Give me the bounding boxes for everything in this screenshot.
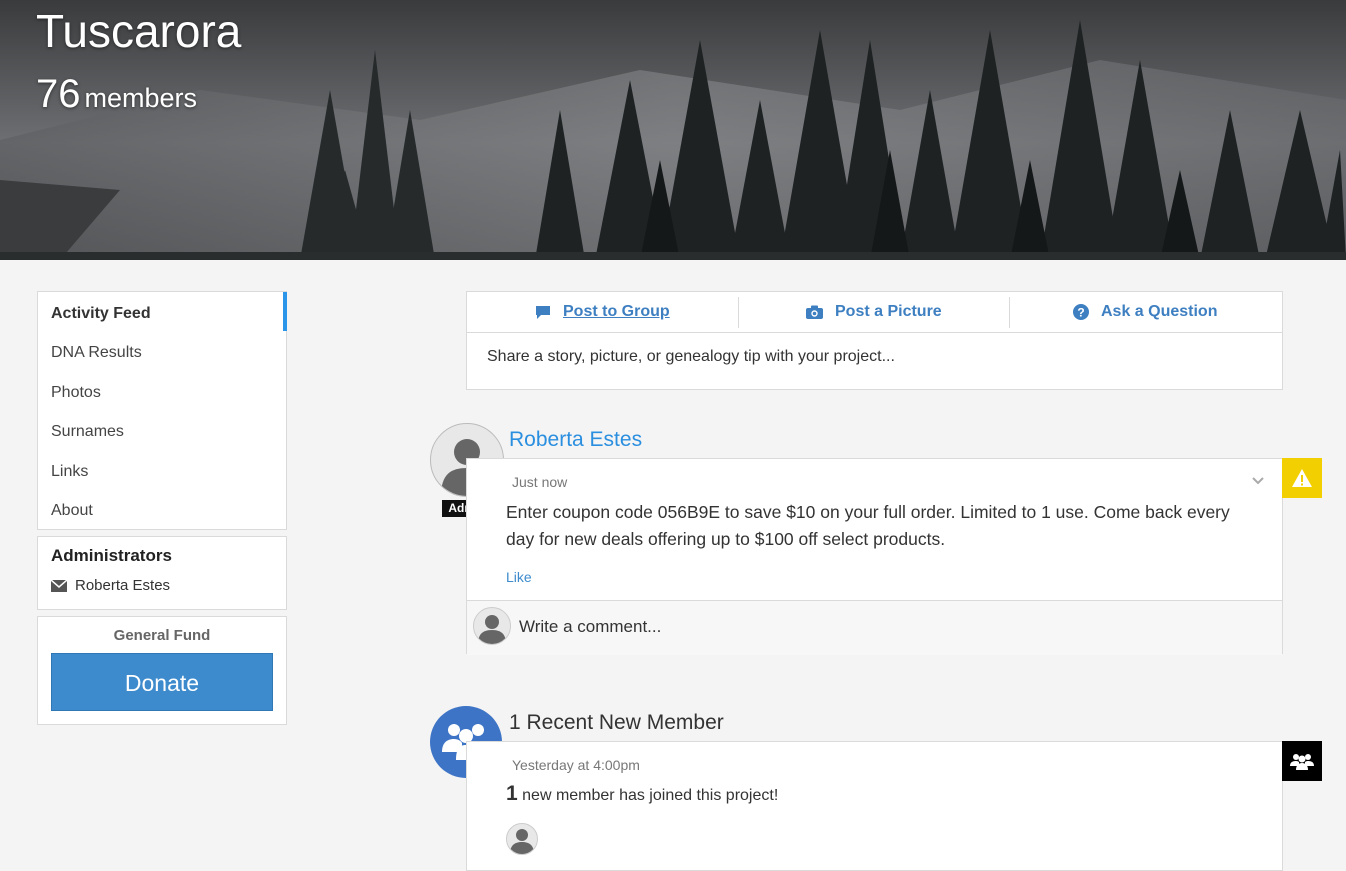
tab-divider [738,297,739,328]
project-banner: Tuscarora 76 members [0,0,1346,260]
post-composer: Post to Group Post a Picture ? Ask a Que… [466,291,1283,390]
donate-button[interactable]: Donate [51,653,273,711]
fund-title: General Fund [113,627,211,644]
nav-item-about[interactable]: About [51,502,93,520]
tab-divider [1009,297,1010,328]
member-count-label: members [84,83,198,113]
speech-bubble-icon [536,305,550,319]
camera-icon [806,305,823,319]
nav-item-links[interactable]: Links [51,463,88,481]
project-title: Tuscarora [36,5,242,57]
tab-label: Ask a Question [1101,303,1218,320]
member-count: 76 members [36,72,197,117]
new-members-timestamp: Yesterday at 4:00pm [512,757,640,773]
comment-row: Write a comment... [467,600,1282,655]
general-fund-panel: General Fund Donate [37,616,287,725]
default-avatar-icon [478,615,506,644]
admin-contact[interactable]: Roberta Estes [51,577,170,594]
members-flag [1282,741,1322,781]
new-members-summary: 1 new member has joined this project! [506,782,778,806]
post-input[interactable]: Share a story, picture, or genealogy tip… [487,348,895,366]
administrators-title: Administrators [51,546,172,565]
question-icon: ? [1073,304,1089,320]
post-text: Enter coupon code 056B9E to save $10 on … [506,502,1230,549]
warning-icon [1292,469,1312,487]
users-icon [1290,754,1314,770]
nav-item-activity-feed[interactable]: Activity Feed [51,305,151,323]
composer-tabs: Post to Group Post a Picture ? Ask a Que… [467,292,1282,333]
tab-label: Post a Picture [835,303,942,320]
post-timestamp: Just now [512,474,568,490]
tab-ask-a-question[interactable]: ? Ask a Question [1073,292,1217,332]
administrators-panel: Administrators Roberta Estes [37,536,287,610]
report-flag[interactable] [1282,458,1322,498]
chevron-down-icon[interactable] [1252,477,1264,485]
member-count-number: 76 [36,72,81,116]
like-link[interactable]: Like [506,569,532,585]
tab-label: Post to Group [563,303,670,320]
default-avatar-icon [510,829,534,854]
nav-item-dna-results[interactable]: DNA Results [51,344,142,362]
new-members-card: Yesterday at 4:00pm 1 new member has joi… [466,741,1283,871]
svg-text:?: ? [1077,306,1084,320]
admin-name: Roberta Estes [75,577,171,594]
post-card: Just now Enter coupon code 056B9E to sav… [466,458,1283,655]
new-members-text: new member has joined this project! [522,787,779,804]
nav-item-surnames[interactable]: Surnames [51,423,124,441]
commenter-avatar [473,607,511,645]
new-member-avatar[interactable] [506,823,538,855]
tab-post-a-picture[interactable]: Post a Picture [806,292,942,332]
project-nav: Activity Feed DNA Results Photos Surname… [37,291,287,530]
envelope-icon [51,579,67,592]
tab-post-to-group[interactable]: Post to Group [535,292,670,332]
new-members-title: 1 Recent New Member [509,711,724,734]
post-author-name[interactable]: Roberta Estes [509,428,642,452]
nav-item-photos[interactable]: Photos [51,384,101,402]
new-members-count: 1 [506,782,518,805]
comment-input[interactable]: Write a comment... [519,617,661,637]
active-indicator [283,292,287,331]
